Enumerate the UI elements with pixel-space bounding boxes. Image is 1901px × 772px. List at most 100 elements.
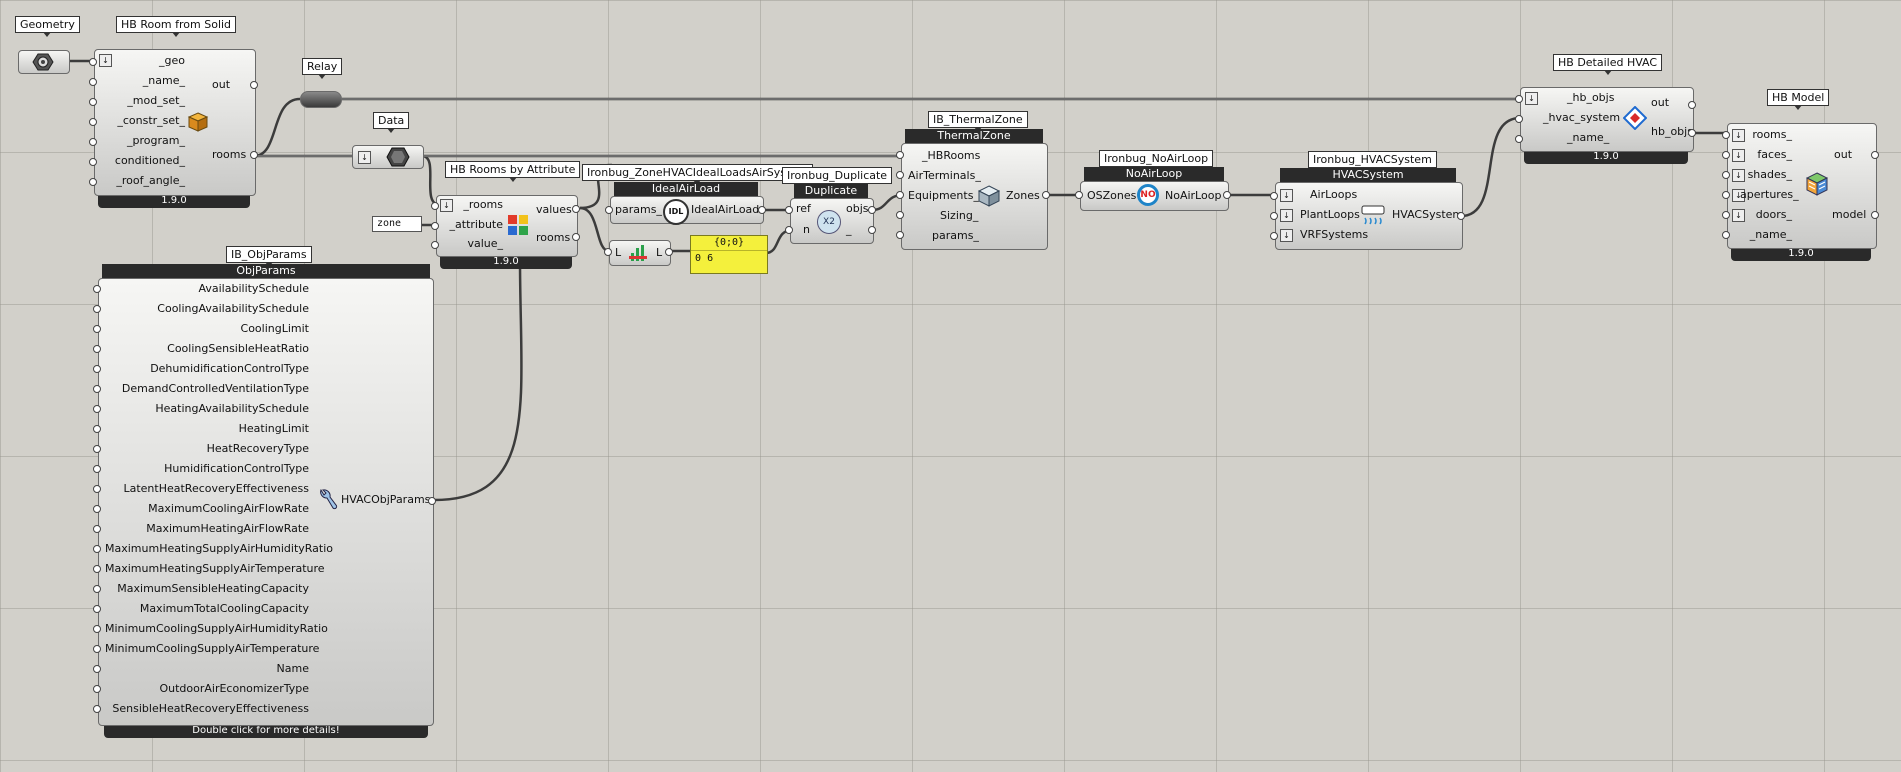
input-rooms[interactable]: rooms_ [1746,128,1792,142]
obj-params-component[interactable]: AvailabilitySchedule CoolingAvailabilityS… [98,278,434,726]
obj-param-input[interactable]: CoolingLimit [105,322,309,336]
obj-param-input[interactable]: AvailabilitySchedule [105,282,309,296]
detailed-hvac-version: 1.9.0 [1524,150,1688,164]
obj-param-input[interactable]: MaximumHeatingSupplyAirHumidityRatio [105,542,333,556]
input-airterminals[interactable]: AirTerminals_ [908,169,981,183]
obj-param-input[interactable]: HeatRecoveryType [105,442,309,456]
output-objs[interactable]: objs [846,202,869,216]
zone-panel[interactable]: zone [372,216,422,232]
obj-param-input[interactable]: DemandControlledVentilationType [105,382,309,396]
output-hvacsystem[interactable]: HVACSystem [1392,208,1463,222]
input-conditioned[interactable]: conditioned_ [105,154,185,168]
input-equipments[interactable]: Equipments_ [908,189,979,203]
obj-param-input[interactable]: LatentHeatRecoveryEffectiveness [105,482,309,496]
thermal-zone-component[interactable]: _HBRooms AirTerminals_ Equipments_ Sizin… [901,143,1048,250]
input-mod-set[interactable]: _mod_set_ [105,94,185,108]
input-hvac-system[interactable]: _hvac_system [1543,111,1620,125]
input-params[interactable]: params_ [615,203,662,217]
obj-param-input[interactable]: HeatingLimit [105,422,309,436]
hvac-system-component[interactable]: ↓ ↓ ↓ AirLoops PlantLoops VRFSystems HVA… [1275,182,1463,250]
output-ideal-air-load[interactable]: IdealAirLoad [691,203,759,217]
input-plantloops[interactable]: PlantLoops [1300,208,1360,222]
input-constr-set[interactable]: _constr_set_ [105,114,185,128]
input-sizing[interactable]: Sizing_ [940,209,978,223]
output-underscore[interactable]: _ [846,223,852,237]
port-dot [89,158,97,166]
input-program[interactable]: _program_ [105,134,185,148]
obj-param-input[interactable]: MaximumCoolingAirFlowRate [105,502,309,516]
input-params[interactable]: params_ [932,229,979,243]
port-dot [1722,131,1730,139]
input-attribute[interactable]: _attribute [447,218,503,232]
input-rooms[interactable]: _rooms [447,198,503,212]
output-rooms[interactable]: rooms [536,231,570,245]
air-conditioner-icon [1361,205,1385,225]
relay-component[interactable] [300,91,342,108]
input-hbrooms[interactable]: _HBRooms [922,149,980,163]
obj-param-input[interactable]: SensibleHeatRecoveryEffectiveness [105,702,309,716]
graft-arrow-icon: ↓ [1280,209,1293,222]
input-shades[interactable]: shades_ [1746,168,1792,182]
obj-param-input[interactable]: Name [105,662,309,676]
output-hvacobjparams[interactable]: HVACObjParams [341,493,430,507]
obj-params-footer: Double click for more details! [104,724,428,738]
output-hb-objs[interactable]: hb_objs [1651,125,1693,139]
input-name[interactable]: _name_ [1567,131,1609,145]
input-ref[interactable]: ref [796,202,811,216]
ideal-loads-label: Ironbug_ZoneHVACIdealLoadsAirSystem [582,164,813,185]
obj-param-input[interactable]: OutdoorAirEconomizerType [105,682,309,696]
input-name[interactable]: _name_ [105,74,185,88]
port-dot [1515,115,1523,123]
graft-arrow-icon: ↓ [1732,169,1745,182]
obj-param-input[interactable]: MinimumCoolingSupplyAirTemperature [105,642,319,656]
data-param[interactable]: ↓ [352,145,424,169]
obj-param-input[interactable]: HumidificationControlType [105,462,309,476]
input-apertures[interactable]: apertures_ [1740,188,1799,202]
panel-row: 0 6 [691,251,767,267]
input-n[interactable]: n [803,223,810,237]
hb-detailed-hvac-component[interactable]: ↓ _hb_objs _hvac_system _name_ out hb_ob… [1520,87,1694,152]
output-out[interactable]: out [1834,148,1852,162]
hb-room-from-solid-component[interactable]: ↓ _geo _name_ _mod_set_ _constr_set_ _pr… [94,49,256,196]
output-values[interactable]: values [536,203,572,217]
ideal-air-load-component[interactable]: params_ IDL IdealAirLoad [610,196,764,225]
output-l[interactable]: L [656,246,662,260]
input-vrfsystems[interactable]: VRFSystems [1300,228,1368,242]
port-dot [93,585,101,593]
output-model[interactable]: model [1832,208,1866,222]
obj-param-input[interactable]: MaximumHeatingSupplyAirTemperature [105,562,325,576]
input-airloops[interactable]: AirLoops [1310,188,1357,202]
input-geo[interactable]: _geo [105,54,185,68]
obj-param-input[interactable]: MaximumTotalCoolingCapacity [105,602,309,616]
obj-param-input[interactable]: HeatingAvailabilitySchedule [105,402,309,416]
input-l[interactable]: L [615,246,621,260]
input-doors[interactable]: doors_ [1746,208,1792,222]
output-rooms[interactable]: rooms [212,148,246,162]
obj-param-input[interactable]: CoolingSensibleHeatRatio [105,342,309,356]
obj-param-input[interactable]: MinimumCoolingSupplyAirHumidityRatio [105,622,328,636]
hb-rooms-by-attribute-component[interactable]: ↓ _rooms _attribute value_ values rooms [436,195,578,257]
hb-model-component[interactable]: ↓ ↓ ↓ ↓ ↓ rooms_ faces_ shades_ aperture… [1727,123,1877,249]
obj-params-title: ObjParams [102,264,430,278]
no-air-loop-icon: NO [1137,184,1159,206]
obj-param-input[interactable]: DehumidificationControlType [105,362,309,376]
input-oszones[interactable]: OSZones [1087,189,1136,203]
output-zones[interactable]: Zones [1006,189,1040,203]
output-noairloop[interactable]: NoAirLoop [1165,189,1221,203]
duplicate-component[interactable]: ref n X2 objs _ [790,198,874,244]
obj-param-input[interactable]: MaximumHeatingAirFlowRate [105,522,309,536]
input-name[interactable]: _name_ [1746,228,1792,242]
obj-param-input[interactable]: MaximumSensibleHeatingCapacity [105,582,309,596]
geometry-param[interactable] [18,50,70,74]
no-air-loop-component[interactable]: OSZones NO NoAirLoop [1080,181,1229,211]
no-air-loop-label: Ironbug_NoAirLoop [1099,150,1214,171]
output-out[interactable]: out [1651,96,1669,110]
input-faces[interactable]: faces_ [1746,148,1792,162]
input-roof-angle[interactable]: _roof_angle_ [105,174,185,188]
input-hb-objs[interactable]: _hb_objs [1567,91,1614,105]
obj-param-input[interactable]: CoolingAvailabilitySchedule [105,302,309,316]
list-length-component[interactable]: L L [609,240,671,266]
input-value[interactable]: value_ [447,237,503,251]
output-out[interactable]: out [212,78,230,92]
value-panel[interactable]: {0;0} 0 6 [690,235,768,274]
